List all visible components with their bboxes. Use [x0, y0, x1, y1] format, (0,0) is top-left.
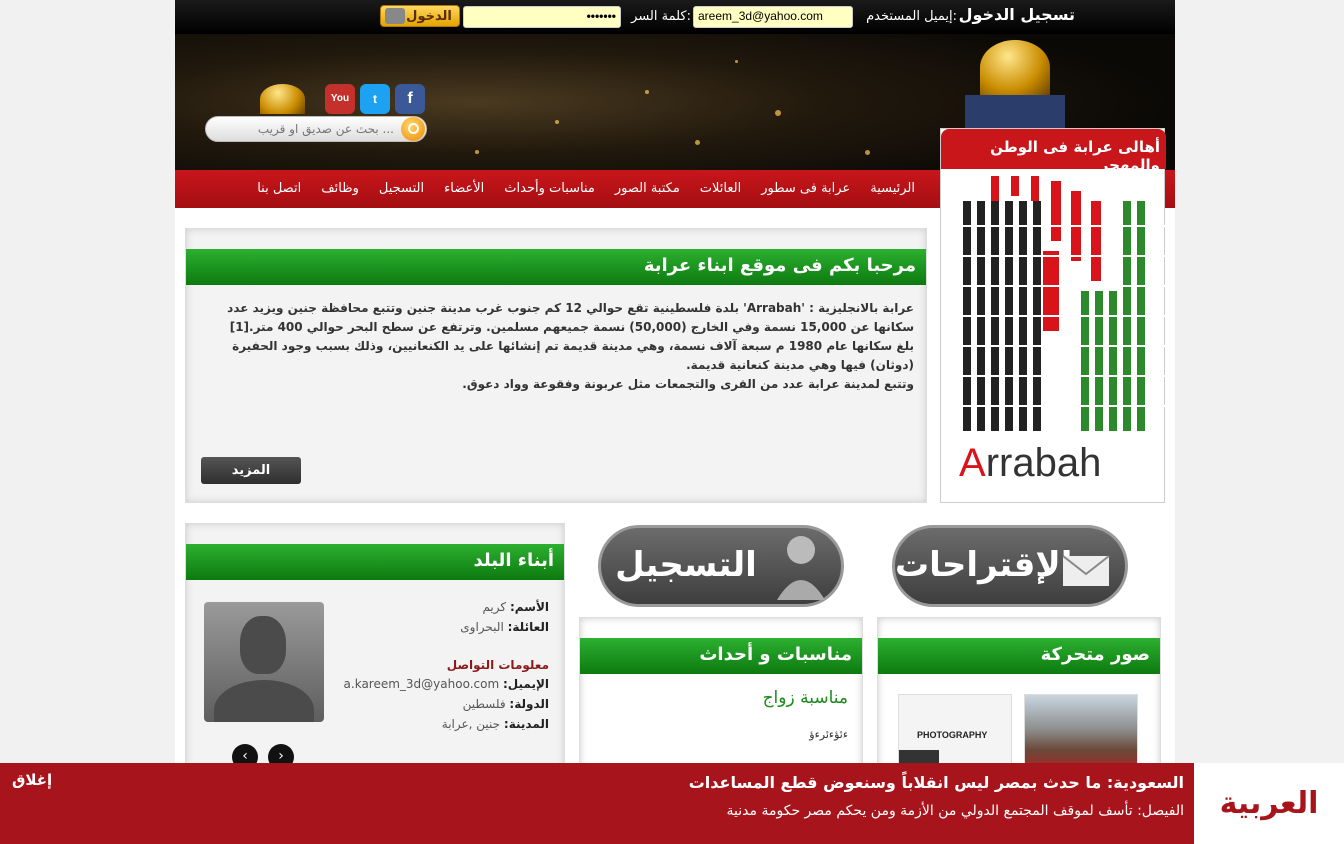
events-title: مناسبات و أحداث	[580, 638, 862, 674]
ticker-brand[interactable]: العربية	[1194, 763, 1344, 844]
youtube-icon[interactable]: You	[325, 84, 355, 114]
suggestions-button[interactable]: الإقتراحات	[892, 525, 1128, 607]
photo-tile-caption: PHOTOGRAPHY	[917, 730, 988, 740]
twitter-glyph: t	[373, 92, 377, 106]
password-label: كلمة السر:	[631, 9, 691, 24]
key-icon	[385, 8, 405, 24]
nav-item-about[interactable]: عرابة فى سطور	[751, 170, 860, 208]
members-panel: أبناء البلد الأسم: كريم العائلة: البحراو…	[185, 523, 565, 783]
welcome-line-2: بلغ سكانها عام 1980 م سبعة آلاف نسمة، وه…	[232, 339, 914, 372]
password-field[interactable]: •••••••	[463, 6, 621, 28]
small-dome-image	[260, 84, 305, 114]
arrabah-wordmark: Arrabah	[959, 441, 1101, 486]
email-label-member: الإيميل:	[502, 677, 549, 691]
country-label: الدولة:	[509, 697, 549, 711]
nav-item-families[interactable]: العائلات	[690, 170, 751, 208]
welcome-title: مرحبا بكم فى موقع ابناء عرابة	[186, 249, 926, 285]
photos-panel: صور متحركة PHOTOGRAPHY	[877, 617, 1161, 783]
welcome-line-1: عرابة بالانجليزية : 'Arrabah' بلدة فلسطي…	[227, 301, 914, 334]
ticker-close-button[interactable]: إغلاق	[12, 771, 52, 789]
members-title: أبناء البلد	[186, 544, 564, 580]
news-ticker: العربية السعودية: ما حدث بمصر ليس انقلاب…	[0, 763, 1344, 844]
envelope-icon	[1062, 555, 1110, 586]
email-field[interactable]: areem_3d@yahoo.com	[693, 6, 853, 28]
name-value: كريم	[482, 600, 507, 614]
member-email-row: الإيميل: a.kareem_3d@yahoo.com	[344, 677, 549, 691]
event-item-title[interactable]: مناسبة زواج	[763, 688, 848, 708]
family-label: العائلة:	[507, 620, 549, 634]
youtube-glyph: You	[330, 93, 350, 104]
wordmark-a: A	[959, 441, 986, 485]
arrabah-logo-box: أهالى عرابة فى الوطن والمهجر Arrabah	[940, 128, 1166, 503]
login-button[interactable]: الدخول	[380, 5, 460, 27]
member-name-row: الأسم: كريم	[482, 600, 549, 614]
city-label: المدينة:	[503, 717, 549, 731]
event-item-subtitle: ءئؤءئرءؤ	[809, 728, 848, 741]
nav-list: الرئيسية عرابة فى سطور العائلات مكتبة ال…	[247, 170, 925, 208]
nav-item-gallery[interactable]: مكتبة الصور	[605, 170, 690, 208]
search-icon[interactable]	[401, 117, 425, 141]
wordmark-rest: rrabah	[985, 441, 1102, 485]
nav-item-register[interactable]: التسجيل	[369, 170, 434, 208]
photos-title: صور متحركة	[878, 638, 1160, 674]
events-panel: مناسبات و أحداث مناسبة زواج ءئؤءئرءؤ	[579, 617, 863, 783]
twitter-icon[interactable]: t	[360, 84, 390, 114]
member-family-row: العائلة: البحراوى	[460, 620, 549, 634]
nav-item-jobs[interactable]: وظائف	[311, 170, 369, 208]
page-container: تسجيل الدخول إيميل المستخدم: areem_3d@ya…	[175, 0, 1175, 844]
family-value: البحراوى	[460, 620, 504, 634]
search-input[interactable]	[214, 120, 394, 138]
welcome-panel: مرحبا بكم فى موقع ابناء عرابة عرابة بالا…	[185, 228, 927, 503]
dome-of-rock-image	[980, 40, 1050, 95]
member-avatar	[204, 602, 324, 722]
logo-box-title: أهالى عرابة فى الوطن والمهجر	[941, 129, 1166, 174]
more-button[interactable]: المزيد	[201, 457, 301, 484]
country-value: فلسطين	[462, 697, 506, 711]
login-title: تسجيل الدخول	[958, 5, 1075, 24]
name-label: الأسم:	[509, 600, 549, 614]
nav-item-contact[interactable]: اتصل بنا	[247, 170, 311, 208]
email-label: إيميل المستخدم:	[866, 9, 957, 24]
register-button[interactable]: التسجيل	[598, 525, 844, 607]
welcome-text: عرابة بالانجليزية : 'Arrabah' بلدة فلسطي…	[198, 299, 914, 394]
city-value: جنين ,عرابة	[441, 717, 501, 731]
member-email-value: a.kareem_3d@yahoo.com	[343, 677, 500, 691]
member-country-row: الدولة: فلسطين	[463, 697, 549, 711]
contact-heading: معلومات التواصل	[446, 658, 549, 672]
people-figures-image	[941, 176, 1166, 431]
facebook-icon[interactable]: f	[395, 84, 425, 114]
welcome-line-3: وتتبع لمدينة عرابة عدد من القرى والتجمعا…	[462, 377, 914, 391]
photo-tile-street[interactable]	[1024, 694, 1138, 774]
nav-item-home[interactable]: الرئيسية	[860, 170, 925, 208]
photo-tile-photography[interactable]: PHOTOGRAPHY	[898, 694, 1012, 775]
nav-item-members[interactable]: الأعضاء	[434, 170, 494, 208]
search-box	[205, 116, 427, 142]
facebook-glyph: f	[407, 90, 413, 107]
login-bar: تسجيل الدخول إيميل المستخدم: areem_3d@ya…	[175, 0, 1175, 34]
member-city-row: المدينة: جنين ,عرابة	[442, 717, 549, 731]
user-icon	[777, 536, 825, 600]
ticker-headline[interactable]: السعودية: ما حدث بمصر ليس انقلاباً وسنعو…	[689, 773, 1184, 792]
nav-item-events[interactable]: مناسبات وأحداث	[494, 170, 605, 208]
ticker-subheadline[interactable]: الفيصل: تأسف لموقف المجتمع الدولي من الأ…	[727, 803, 1184, 819]
